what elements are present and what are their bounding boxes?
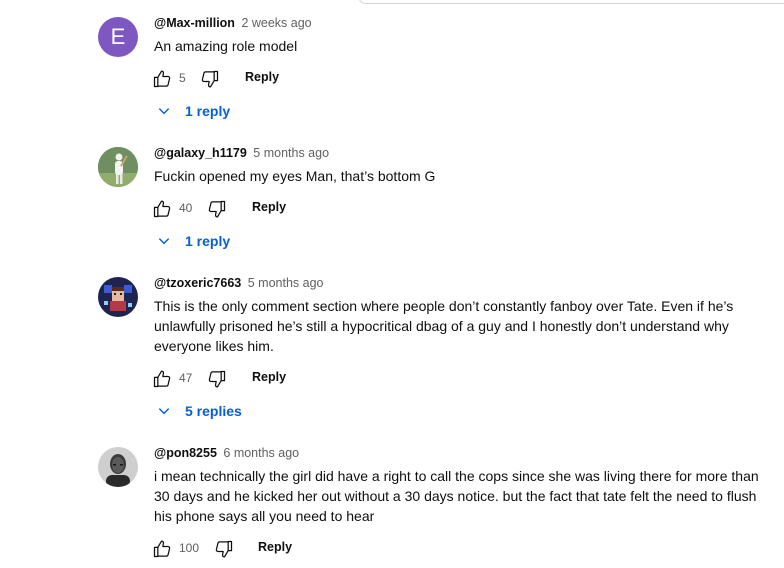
replies-count-label: 1 reply	[185, 233, 231, 249]
search-box-edge	[358, 0, 784, 4]
reply-button[interactable]: Reply	[258, 540, 292, 554]
chevron-down-icon	[156, 103, 172, 119]
chevron-down-icon	[156, 403, 172, 419]
avatar[interactable]	[98, 277, 138, 317]
like-button[interactable]	[150, 197, 174, 221]
comment-time[interactable]: 6 months ago	[223, 446, 299, 460]
thumbs-up-icon	[153, 540, 171, 558]
view-replies-button[interactable]: 1 reply	[156, 99, 230, 123]
thumbs-down-icon	[208, 200, 226, 218]
comment-time[interactable]: 5 months ago	[248, 276, 324, 290]
avatar[interactable]: E	[98, 17, 138, 57]
comment-text: This is the only comment section where p…	[154, 298, 734, 354]
avatar-letter: E	[110, 24, 126, 49]
like-count: 40	[179, 201, 193, 215]
like-button[interactable]	[150, 537, 174, 561]
thumbs-down-icon	[215, 540, 233, 558]
like-count: 5	[179, 71, 186, 85]
view-replies-button[interactable]: 5 replies	[156, 399, 242, 423]
thumbs-up-icon	[153, 370, 171, 388]
comment-header: @galaxy_h1179 5 months ago	[154, 146, 329, 160]
cricket-player-avatar-icon	[98, 147, 138, 187]
dislike-button[interactable]	[205, 367, 229, 391]
like-button[interactable]	[150, 367, 174, 391]
replies-count-label: 5 replies	[185, 403, 242, 419]
thumbs-down-icon	[201, 70, 219, 88]
pixel-art-avatar-icon	[98, 277, 138, 317]
comment-header: @pon8255 6 months ago	[154, 446, 299, 460]
comment-text: An amazing role model	[154, 38, 298, 54]
comment-header: @tzoxeric7663 5 months ago	[154, 276, 323, 290]
reply-button[interactable]: Reply	[252, 370, 286, 384]
chevron-down-icon	[156, 233, 172, 249]
like-count: 100	[179, 541, 200, 555]
comment-text: i mean technically the girl did have a r…	[154, 468, 759, 524]
like-count: 47	[179, 371, 193, 385]
reply-button[interactable]: Reply	[252, 200, 286, 214]
comment-header: @Max-million 2 weeks ago	[154, 16, 312, 30]
comment-actions: 5 Reply	[150, 67, 450, 91]
comment-actions: 40 Reply	[150, 197, 450, 221]
comment-text: Fuckin opened my eyes Man, that’s bottom…	[154, 168, 436, 184]
comment-time[interactable]: 2 weeks ago	[241, 16, 311, 30]
view-replies-button[interactable]: 1 reply	[156, 229, 230, 253]
comment-actions: 47 Reply	[150, 367, 450, 391]
comment-author[interactable]: @tzoxeric7663	[154, 276, 241, 290]
comment-author[interactable]: @Max-million	[154, 16, 235, 30]
comment-actions: 100 Reply	[150, 537, 450, 561]
comment-author[interactable]: @pon8255	[154, 446, 217, 460]
comment-author[interactable]: @galaxy_h1179	[154, 146, 247, 160]
reply-button[interactable]: Reply	[245, 70, 279, 84]
like-button[interactable]	[150, 67, 174, 91]
thumbs-up-icon	[153, 200, 171, 218]
dislike-button[interactable]	[205, 197, 229, 221]
avatar[interactable]	[98, 147, 138, 187]
avatar[interactable]	[98, 447, 138, 487]
dislike-button[interactable]	[198, 67, 222, 91]
dislike-button[interactable]	[212, 537, 236, 561]
thumbs-up-icon	[153, 70, 171, 88]
thumbs-down-icon	[208, 370, 226, 388]
comment-time[interactable]: 5 months ago	[253, 146, 329, 160]
replies-count-label: 1 reply	[185, 103, 231, 119]
portrait-avatar-icon	[98, 447, 138, 487]
